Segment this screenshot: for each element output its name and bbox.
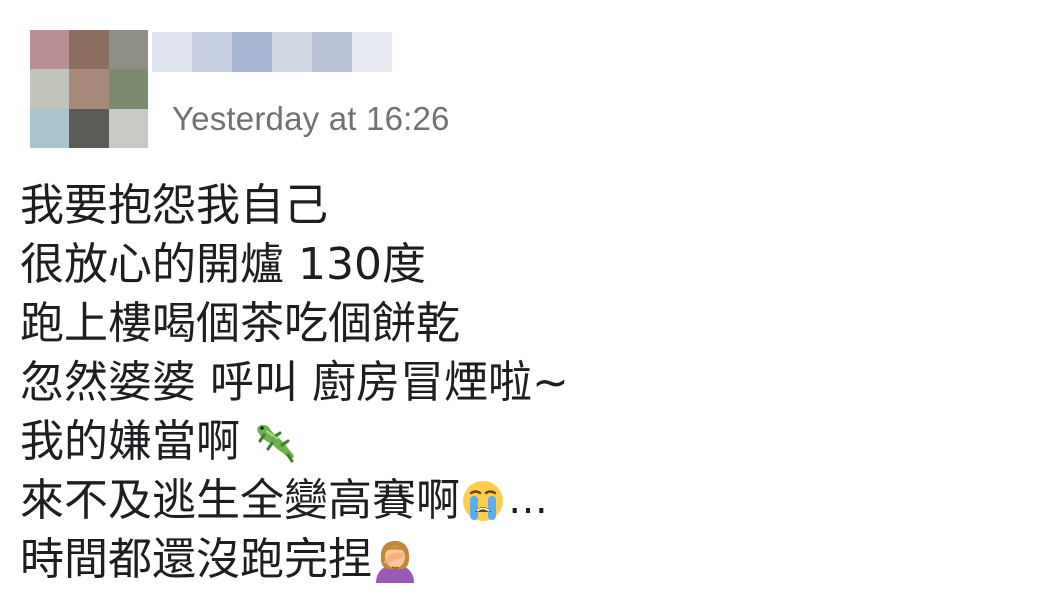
post-line-text: 時間都還沒跑完捏 (20, 534, 372, 585)
post-line-text: 來不及逃生全變高賽啊 (20, 475, 460, 526)
post-line: 我要抱怨我自己 (20, 176, 1040, 235)
avatar-pixel (30, 108, 70, 148)
avatar-pixel (69, 108, 109, 148)
post-line: 來不及逃生全變高賽啊 … (20, 471, 1040, 530)
post-line-text: 很放心的開爐 130度 (20, 239, 426, 290)
post-line-text: 忽然婆婆 呼叫 廚房冒煙啦~ (20, 357, 569, 408)
author-name-blurred[interactable] (152, 32, 392, 72)
avatar-pixel (108, 108, 148, 148)
post-line: 很放心的開爐 130度 (20, 235, 1040, 294)
avatar[interactable] (30, 30, 148, 148)
avatar-pixel (69, 30, 109, 70)
facebook-post: Yesterday at 16:26 我要抱怨我自己 很放心的開爐 130度 跑… (0, 0, 1060, 596)
post-line-text: 我的嫌當啊 (20, 416, 240, 467)
ellipsis-text: … (508, 477, 548, 523)
name-blur-block (312, 32, 352, 72)
crying-face-icon (460, 478, 506, 524)
post-line-text: 跑上樓喝個茶吃個餅乾 (20, 298, 460, 349)
post-body: 我要抱怨我自己 很放心的開爐 130度 跑上樓喝個茶吃個餅乾 忽然婆婆 呼叫 廚… (20, 176, 1040, 589)
post-line: 時間都還沒跑完捏 (20, 530, 1040, 589)
post-timestamp[interactable]: Yesterday at 16:26 (172, 100, 450, 138)
post-line: 跑上樓喝個茶吃個餅乾 (20, 294, 1040, 353)
post-line: 我的嫌當啊 (20, 412, 1040, 471)
lizard-icon (252, 419, 298, 465)
name-blur-block (232, 32, 272, 72)
avatar-pixel (108, 69, 148, 109)
name-blur-block (272, 32, 312, 72)
avatar-pixel (30, 30, 70, 70)
avatar-pixel (30, 69, 70, 109)
name-blur-block (352, 32, 392, 72)
name-blur-block (152, 32, 192, 72)
name-blur-block (192, 32, 232, 72)
avatar-pixel (69, 69, 109, 109)
post-line-text: 我要抱怨我自己 (20, 180, 328, 231)
post-line: 忽然婆婆 呼叫 廚房冒煙啦~ (20, 353, 1040, 412)
avatar-pixel (108, 30, 148, 70)
facepalm-woman-icon (372, 537, 418, 583)
